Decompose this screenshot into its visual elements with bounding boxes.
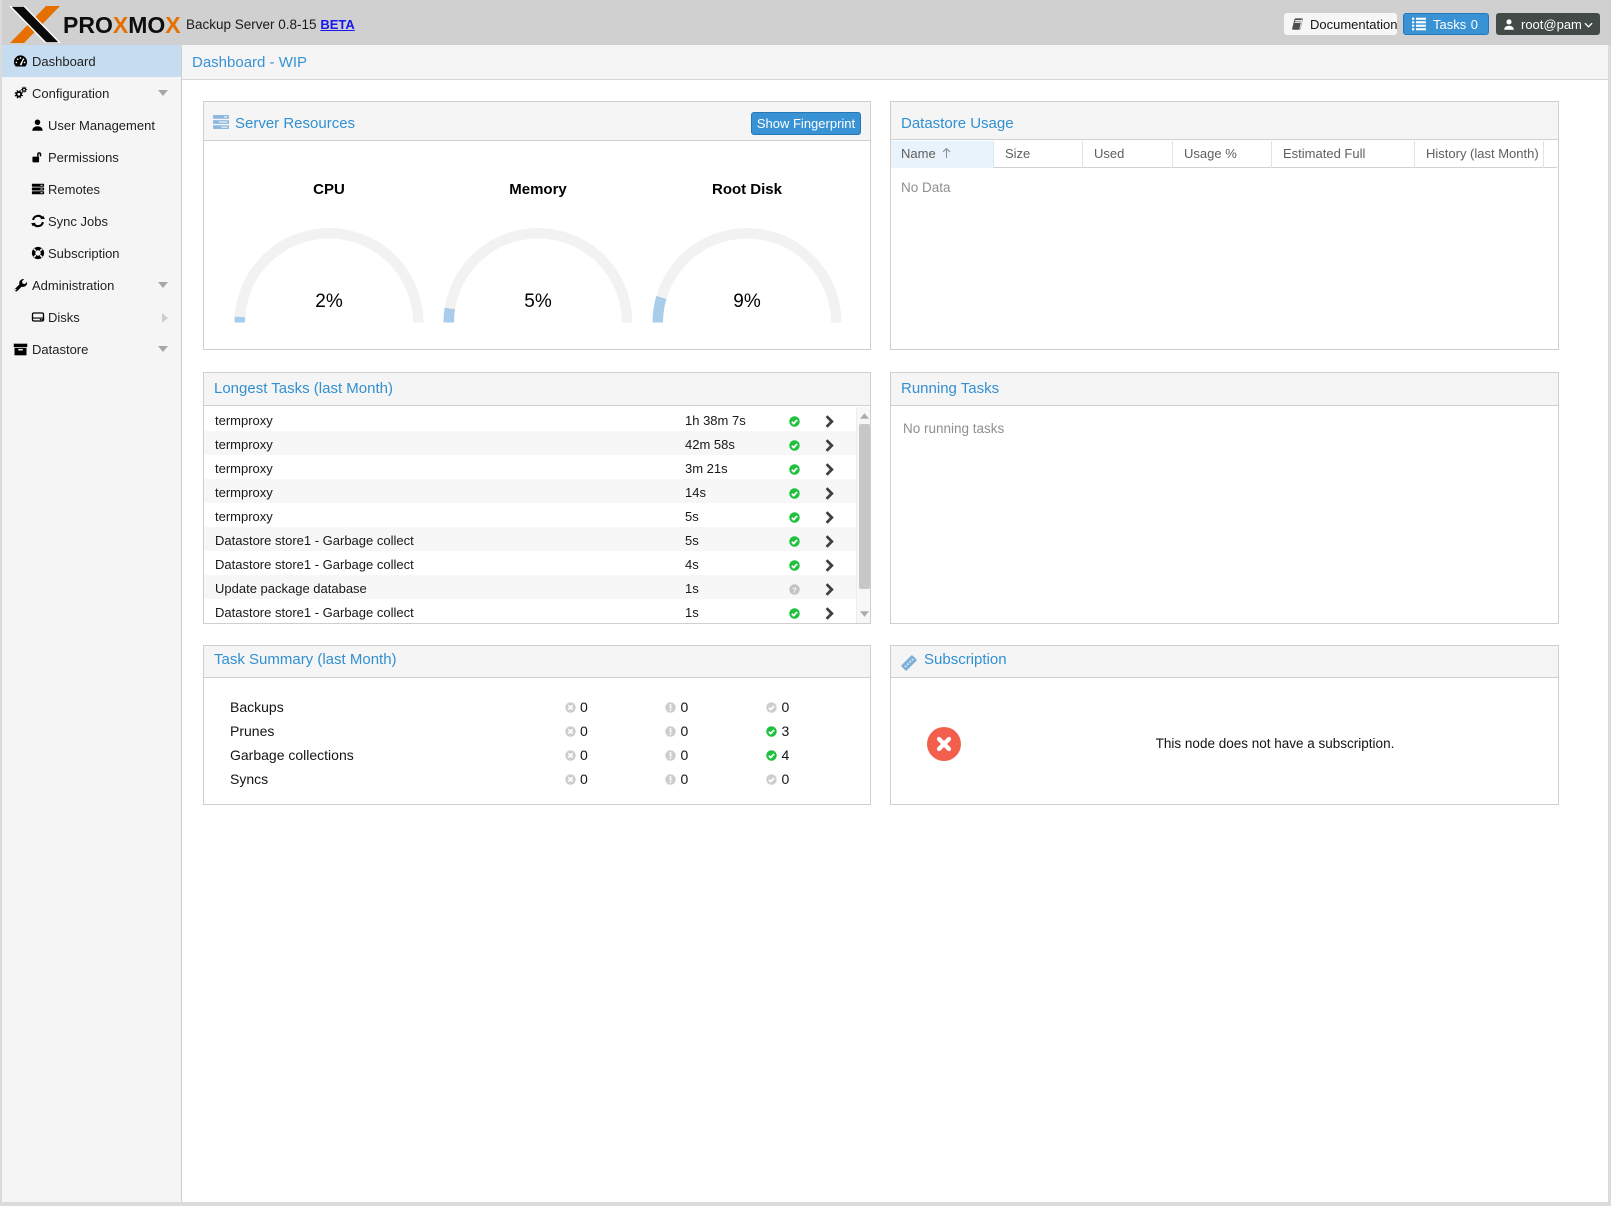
- svg-text:?: ?: [792, 585, 797, 594]
